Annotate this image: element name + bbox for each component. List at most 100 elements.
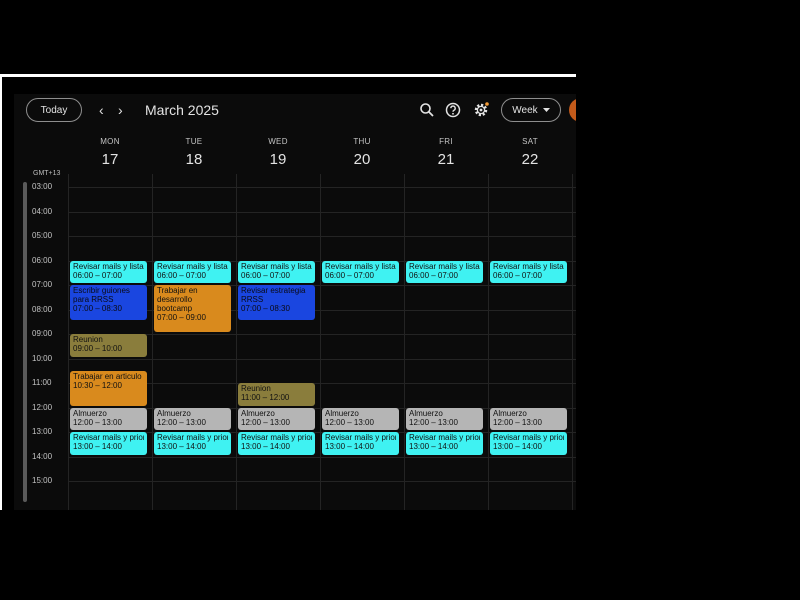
event-title: Almuerzo [493,408,527,418]
day-column-divider [320,174,321,510]
calendar-event[interactable]: Revisar mails y priori 13:00 – 14:00 [322,432,399,455]
day-name: FRI [439,137,453,146]
calendar-event[interactable]: Revisar mails y lista d 06:00 – 07:00 [154,260,231,283]
day-header-sat[interactable]: SAT 22 [488,130,572,168]
event-title: Almuerzo [157,408,191,418]
event-title: Revisar mails y priori [73,433,144,442]
calendar-event[interactable]: Almuerzo 12:00 – 13:00 [406,407,483,430]
event-title: Revisar estrategia RRSS [241,286,306,304]
day-column-divider [488,174,489,510]
event-time: 06:00 – 07:00 [325,270,374,280]
event-title: Revisar mails y lista d [325,261,396,271]
calendar-event[interactable]: Revisar mails y lista d 06:00 – 07:00 [322,260,399,283]
calendar-event[interactable]: Reunion 11:00 – 12:00 [238,383,315,406]
hour-gridline [68,236,576,237]
calendar-event[interactable]: Revisar estrategia RRSS 07:00 – 08:30 [238,285,315,320]
time-label: 03:00 [32,182,53,191]
month-title: March 2025 [145,102,219,118]
event-time: 12:00 – 13:00 [409,417,458,427]
settings-gear-icon[interactable] [472,101,490,119]
event-time: 06:00 – 07:00 [493,270,542,280]
time-label: 13:00 [32,427,53,436]
event-title: Revisar mails y lista d [157,261,228,271]
next-week-icon[interactable]: › [118,102,123,118]
time-label: 09:00 [32,329,53,338]
time-label: 08:00 [32,304,53,314]
time-label: 05:00 [32,231,53,240]
calendar-event[interactable]: Revisar mails y lista d 06:00 – 07:00 [406,260,483,283]
view-select-button[interactable]: Week [501,98,561,122]
day-name: MON [100,137,120,146]
calendar-event[interactable]: Revisar mails y priori 13:00 – 14:00 [490,432,567,455]
day-name: TUE [185,137,203,146]
time-label: 06:00 [32,255,53,265]
event-title: Revisar mails y lista d [73,261,144,271]
scrollbar[interactable] [23,182,27,502]
event-time: 13:00 – 14:00 [73,442,122,451]
calendar-event[interactable]: Revisar mails y priori 13:00 – 14:00 [70,432,147,455]
day-name: SAT [522,137,538,146]
event-time: 06:00 – 07:00 [73,270,122,280]
event-title: Revisar mails y priori [241,433,312,442]
calendar-event[interactable]: Revisar mails y lista d 06:00 – 07:00 [238,260,315,283]
event-time: 12:00 – 13:00 [157,417,206,427]
event-time: 07:00 – 09:00 [157,313,206,322]
event-title: Revisar mails y priori [493,433,564,442]
event-time: 12:00 – 13:00 [73,417,122,427]
event-time: 11:00 – 12:00 [241,393,290,402]
calendar-event[interactable]: Revisar mails y priori 13:00 – 14:00 [238,432,315,455]
event-title: Revisar mails y lista d [409,261,480,271]
event-time: 12:00 – 13:00 [325,417,374,427]
day-header-thu[interactable]: THU 20 [320,130,404,168]
day-column-divider [236,174,237,510]
day-header-mon[interactable]: MON 17 [68,130,152,168]
search-icon[interactable] [418,101,436,119]
help-icon[interactable] [444,101,462,119]
event-time: 06:00 – 07:00 [241,270,290,280]
hour-gridline [68,456,576,458]
calendar-event[interactable]: Almuerzo 12:00 – 13:00 [322,407,399,430]
event-time: 10:30 – 12:00 [73,380,122,390]
calendar-app: Today ‹ › March 2025 Week MON 17 TUE 18 WED 1… [14,94,576,510]
event-title: Almuerzo [73,408,107,418]
day-column-divider [404,174,405,510]
timezone-label: GMT+13 [33,170,61,177]
time-label: 14:00 [32,451,53,461]
event-time: 09:00 – 10:00 [73,344,122,353]
event-title: Almuerzo [325,408,359,418]
event-time: 13:00 – 14:00 [241,442,290,451]
calendar-event[interactable]: Almuerzo 12:00 – 13:00 [154,407,231,430]
window-top-edge [2,74,576,77]
day-column-divider [152,174,153,510]
day-column-divider [572,174,573,510]
day-header-tue[interactable]: TUE 18 [152,130,236,168]
calendar-event[interactable]: Revisar mails y lista d 06:00 – 07:00 [490,260,567,283]
calendar-event[interactable]: Revisar mails y priori 13:00 – 14:00 [406,432,483,455]
day-header-fri[interactable]: FRI 21 [404,130,488,168]
event-title: Reunion [73,335,103,344]
day-number: 18 [185,151,203,168]
calendar-event[interactable]: Almuerzo 12:00 – 13:00 [490,407,567,430]
hour-gridline [68,211,576,213]
calendar-event[interactable]: Almuerzo 12:00 – 13:00 [238,407,315,430]
day-name: WED [268,137,288,146]
event-time: 13:00 – 14:00 [493,442,542,451]
calendar-event[interactable]: Almuerzo 12:00 – 13:00 [70,407,147,430]
avatar[interactable] [569,98,576,122]
day-header-wed[interactable]: WED 19 [236,130,320,168]
event-title: Revisar mails y lista d [493,261,564,271]
time-label: 12:00 [32,402,53,412]
today-button[interactable]: Today [26,98,82,122]
calendar-event[interactable]: Escribir guiones para RRSS 07:00 – 08:30 [70,285,147,320]
calendar-header: Today ‹ › March 2025 Week [14,94,576,130]
day-number: 17 [101,151,119,168]
calendar-event[interactable]: Reunion 09:00 – 10:00 [70,334,147,357]
time-label: 11:00 [32,378,52,387]
event-time: 06:00 – 07:00 [157,270,206,280]
previous-week-icon[interactable]: ‹ [99,102,104,118]
event-title: Revisar mails y lista d [241,261,312,271]
calendar-event[interactable]: Trabajar en articulo 10:30 – 12:00 [70,370,147,406]
calendar-event[interactable]: Revisar mails y lista d 06:00 – 07:00 [70,260,147,283]
calendar-event[interactable]: Revisar mails y priori 13:00 – 14:00 [154,432,231,455]
calendar-event[interactable]: Trabajar en desarrollo bootcamp 07:00 – 0… [154,285,231,332]
